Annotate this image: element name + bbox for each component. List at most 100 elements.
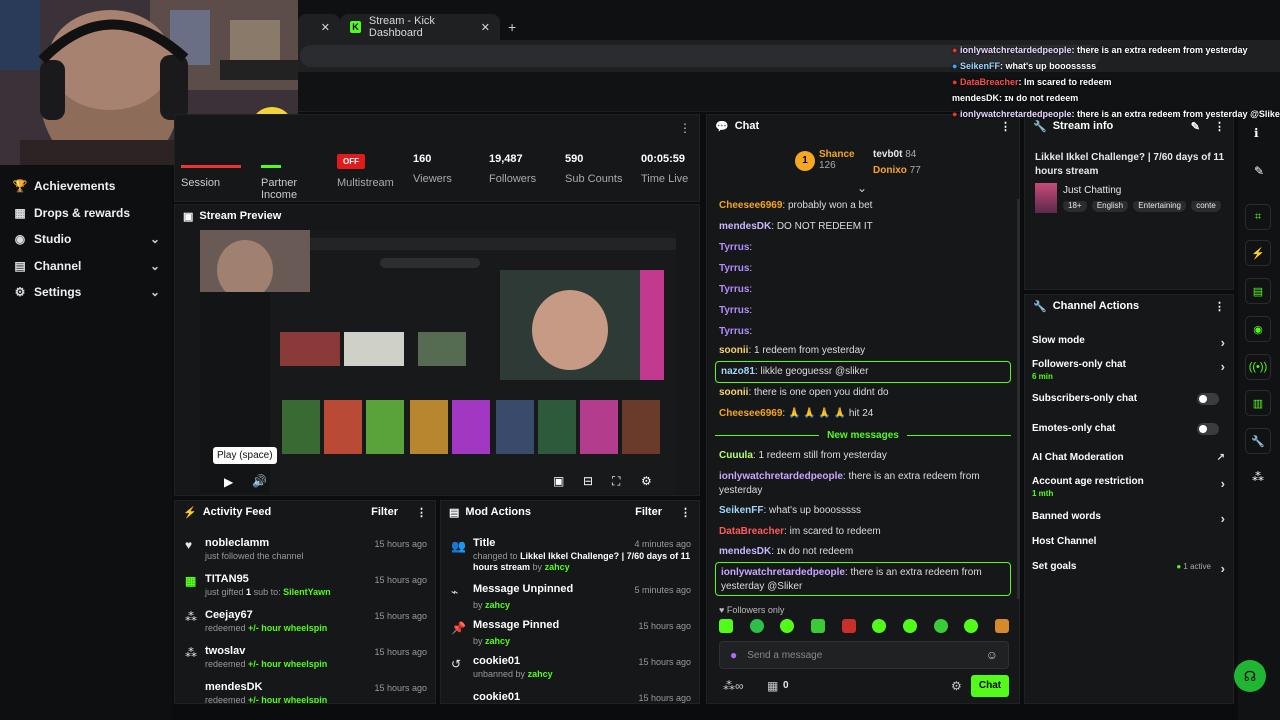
emote-icon[interactable]: [841, 619, 856, 633]
panel-title: Stream Preview: [199, 210, 282, 222]
top-gifter-2[interactable]: tevb0t 84: [873, 149, 916, 160]
top-gifter-3[interactable]: Donixo 77: [873, 165, 921, 176]
emote-icon[interactable]: [964, 619, 979, 633]
sidebar-item-settings[interactable]: ⚙ Settings ⌄: [12, 280, 162, 304]
emote-icon[interactable]: [749, 619, 764, 633]
rail-button-lightning[interactable]: ⚡: [1245, 240, 1271, 266]
category-name[interactable]: Just Chatting: [1063, 185, 1121, 196]
subscribers-only-action[interactable]: Subscribers-only chat: [1032, 393, 1225, 405]
emote-icon[interactable]: [933, 619, 948, 633]
rail-button-broadcast[interactable]: ((•)): [1245, 354, 1271, 380]
more-options-icon[interactable]: ⋮: [1214, 120, 1225, 133]
channel-icon: ▤: [14, 259, 26, 273]
pencil-icon[interactable]: ✎: [1254, 164, 1264, 178]
send-chat-button[interactable]: Chat: [971, 675, 1009, 697]
treasure-icon[interactable]: ▦: [767, 679, 778, 693]
rail-button-chat[interactable]: ◉: [1245, 316, 1271, 342]
kick-points-icon[interactable]: ⁂: [1252, 470, 1264, 484]
ai-moderation-action[interactable]: AI Chat Moderation ↗: [1032, 452, 1225, 463]
followers-only-action[interactable]: Followers-only chat 6 min ›: [1032, 359, 1225, 381]
tab-title: Stream - Kick Dashboard: [368, 15, 435, 39]
panel-title: Stream info: [1052, 120, 1114, 132]
subscribers-only-toggle[interactable]: [1197, 393, 1219, 405]
emotes-only-action[interactable]: Emotes-only chat: [1032, 423, 1225, 435]
microphone-icon[interactable]: ●: [730, 648, 737, 662]
play-icon[interactable]: ▶: [224, 475, 233, 489]
tag[interactable]: English: [1091, 201, 1129, 212]
fullscreen-icon[interactable]: ⛶: [612, 474, 620, 489]
filter-button[interactable]: Filter: [635, 506, 662, 518]
activity-feed-header: ⚡ Activity Feed Filter ⋮: [175, 501, 435, 523]
emoji-icon[interactable]: ☺: [986, 648, 998, 662]
sidebar-item-studio[interactable]: ◉ Studio ⌄: [12, 227, 162, 251]
partner-income-stat[interactable]: Partner Income: [261, 177, 321, 201]
browser-tab-previous[interactable]: ✕: [298, 14, 340, 40]
multistream-stat[interactable]: OFF Multistream: [337, 153, 394, 189]
mod-actions-header: ▤ Mod Actions Filter ⋮: [441, 501, 699, 523]
rail-button-list[interactable]: ▤: [1245, 278, 1271, 304]
chat-settings-icon[interactable]: ⚙: [951, 679, 962, 693]
picture-in-picture-icon[interactable]: ▣: [553, 474, 564, 488]
tag[interactable]: 18+: [1063, 201, 1087, 212]
new-tab-icon[interactable]: +: [508, 19, 516, 35]
theater-mode-icon[interactable]: ⊟: [583, 474, 593, 488]
emote-icon[interactable]: [902, 619, 917, 633]
emote-icon[interactable]: [810, 619, 825, 633]
more-options-icon[interactable]: ⋮: [1214, 300, 1225, 313]
tag[interactable]: Entertaining: [1133, 201, 1186, 212]
chat-message: soonii: there is one open you didnt do: [719, 387, 889, 398]
category-thumbnail[interactable]: [1035, 183, 1057, 213]
chat-message: Tyrrus:: [719, 284, 753, 295]
info-icon[interactable]: ℹ: [1254, 126, 1259, 140]
volume-icon[interactable]: 🔊: [252, 474, 267, 488]
chevron-down-icon: ⌄: [149, 285, 160, 299]
sidebar-item-drops[interactable]: ▦ Drops & rewards: [12, 201, 162, 225]
wrench-icon: 🔧: [1251, 435, 1265, 448]
top-gifter-1[interactable]: Shance 126: [819, 149, 855, 171]
more-options-icon[interactable]: ⋮: [679, 121, 691, 135]
session-stat[interactable]: Session: [181, 177, 220, 189]
chat-message: SeikenFF: what's up booosssss: [719, 505, 861, 516]
emotes-only-toggle[interactable]: [1197, 423, 1219, 435]
rail-button-crop[interactable]: ⌗: [1245, 204, 1271, 230]
chat-message-highlighted: nazo81: likkle geoguessr @sliker: [715, 361, 1011, 383]
emote-icon[interactable]: [780, 619, 795, 633]
banned-words-action[interactable]: Banned words ›: [1032, 511, 1225, 526]
more-options-icon[interactable]: ⋮: [1000, 120, 1011, 133]
sub-counts-stat: 590 Sub Counts: [565, 153, 623, 185]
activity-feed-panel: ⚡ Activity Feed Filter ⋮ ♥ nobleclamm just fo…: [174, 500, 436, 704]
support-chat-button[interactable]: ☊: [1234, 660, 1266, 692]
emote-icon[interactable]: [994, 619, 1009, 633]
rail-button-mod[interactable]: ▥: [1245, 390, 1271, 416]
slow-mode-action[interactable]: Slow mode ›: [1032, 335, 1225, 350]
category-thumbnails: [282, 400, 660, 454]
new-messages-divider[interactable]: New messages: [715, 428, 1011, 442]
chat-message: Cheesee6969: 🙏 🙏 🙏 🙏 hit 24: [719, 408, 874, 419]
emote-icon[interactable]: [719, 619, 733, 633]
chat-scrollbar[interactable]: [1017, 199, 1020, 599]
sidebar-item-channel[interactable]: ▤ Channel ⌄: [12, 254, 162, 278]
chat-input[interactable]: ● Send a message ☺: [719, 641, 1009, 669]
more-options-icon[interactable]: ⋮: [680, 506, 691, 519]
sidebar-item-achievements[interactable]: 🏆 Achievements: [12, 174, 162, 198]
heart-icon: ♥: [185, 538, 193, 552]
close-tab-icon[interactable]: ✕: [321, 21, 330, 34]
emote-bar[interactable]: [719, 619, 1009, 637]
rail-button-tools[interactable]: 🔧: [1245, 428, 1271, 454]
overlay-chat-line: ● SeikenFF: what's up booosssss: [952, 61, 1097, 71]
sidebar-item-label: Drops & rewards: [34, 206, 131, 220]
emote-icon[interactable]: [872, 619, 887, 633]
more-options-icon[interactable]: ⋮: [416, 506, 427, 519]
edit-icon[interactable]: ✎: [1191, 120, 1200, 133]
set-goals-action[interactable]: Set goals ● 1 active ›: [1032, 561, 1225, 576]
gift-icon: ▦: [185, 574, 197, 588]
account-age-action[interactable]: Account age restriction 1 mth ›: [1032, 476, 1225, 498]
host-channel-action[interactable]: Host Channel: [1032, 536, 1225, 547]
kick-points-icon[interactable]: ⁂∞: [723, 679, 744, 693]
tag[interactable]: conte: [1191, 201, 1221, 212]
filter-button[interactable]: Filter: [371, 506, 398, 518]
browser-tab-active[interactable]: K Stream - Kick Dashboard ✕: [340, 14, 500, 40]
settings-icon[interactable]: ⚙: [641, 474, 652, 488]
expand-chevron-icon[interactable]: ⌄: [857, 181, 867, 195]
close-tab-icon[interactable]: ✕: [481, 21, 490, 34]
